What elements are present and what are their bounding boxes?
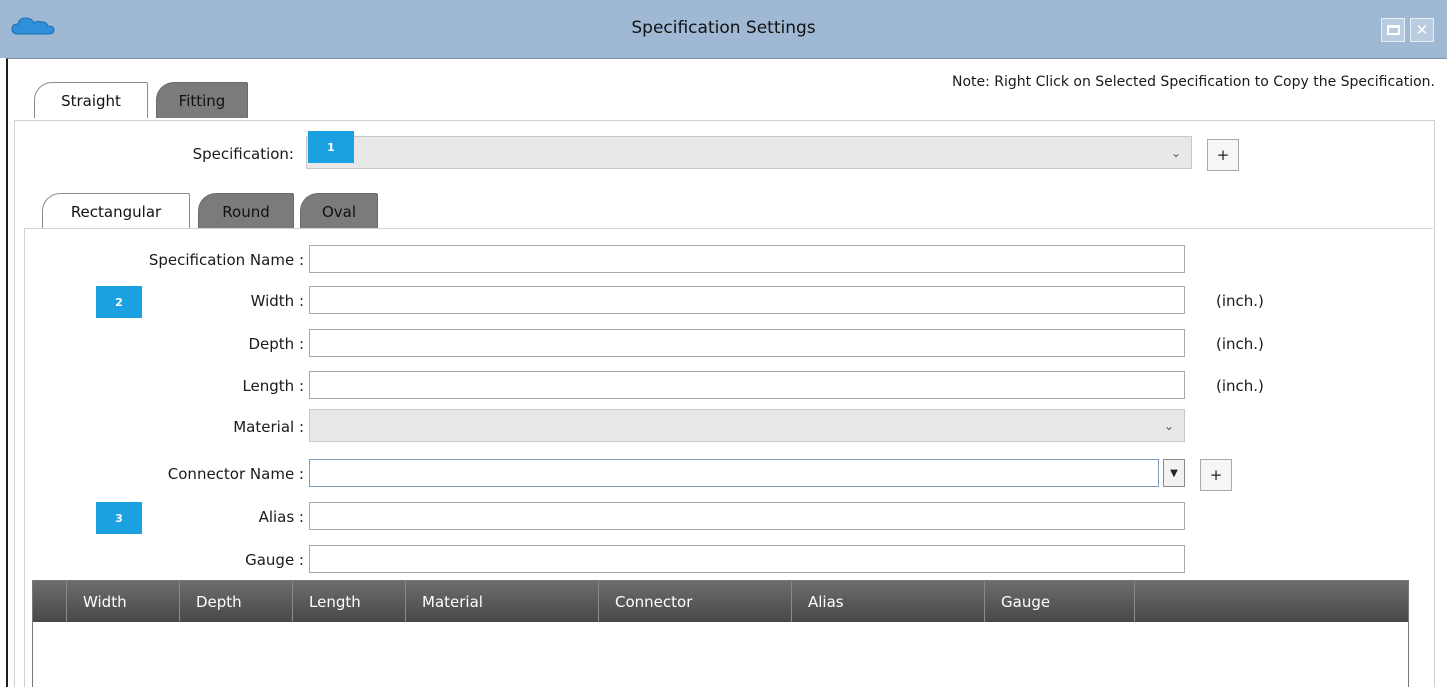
marker-1: 1 <box>308 131 354 163</box>
triangle-down-icon: ▼ <box>1170 467 1178 479</box>
specification-name-label: Specification Name : <box>148 251 304 269</box>
width-label: Width : <box>250 292 304 310</box>
column-header-gauge[interactable]: Gauge <box>985 581 1135 622</box>
close-icon: ✕ <box>1415 21 1429 39</box>
marker-3: 3 <box>96 502 142 534</box>
specification-table[interactable]: Width Depth Length Material Connector Al… <box>32 580 1409 687</box>
add-connector-button[interactable]: + <box>1200 459 1232 491</box>
column-header-length[interactable]: Length <box>293 581 406 622</box>
tab-oval-label: Oval <box>321 202 357 221</box>
tab-fitting[interactable]: Fitting <box>156 82 248 118</box>
width-unit: (inch.) <box>1216 292 1264 310</box>
connector-name-label: Connector Name : <box>167 465 304 483</box>
tab-round-label: Round <box>222 202 270 221</box>
window-title: Specification Settings <box>631 18 816 38</box>
gauge-input[interactable] <box>309 545 1185 573</box>
row-header-cell <box>33 581 67 622</box>
column-header-depth[interactable]: Depth <box>180 581 293 622</box>
depth-input[interactable] <box>309 329 1185 357</box>
tab-fitting-label: Fitting <box>178 91 226 110</box>
specification-label: Specification: <box>192 145 294 163</box>
length-unit: (inch.) <box>1216 377 1264 395</box>
column-header-width[interactable]: Width <box>67 581 180 622</box>
gauge-label: Gauge : <box>245 551 304 569</box>
material-select[interactable]: ⌄ <box>309 409 1185 442</box>
chevron-down-icon: ⌄ <box>1170 145 1181 160</box>
tab-oval[interactable]: Oval <box>300 193 378 229</box>
tab-straight-label: Straight <box>61 91 121 110</box>
width-input[interactable] <box>309 286 1185 314</box>
column-header-alias[interactable]: Alias <box>792 581 985 622</box>
specification-select[interactable]: ⌄ <box>306 136 1192 169</box>
material-label: Material : <box>233 418 304 436</box>
close-button[interactable]: ✕ <box>1410 18 1434 42</box>
marker-2: 2 <box>96 286 142 318</box>
alias-label: Alias : <box>258 508 304 526</box>
connector-name-input[interactable] <box>309 459 1159 487</box>
alias-input[interactable] <box>309 502 1185 530</box>
tab-rectangular-label: Rectangular <box>70 202 162 221</box>
column-header-connector[interactable]: Connector <box>599 581 792 622</box>
maximize-icon <box>1386 25 1400 35</box>
column-header-material[interactable]: Material <box>406 581 599 622</box>
copy-note: Note: Right Click on Selected Specificat… <box>951 74 1435 90</box>
tab-straight[interactable]: Straight <box>34 82 148 118</box>
length-label: Length : <box>242 377 304 395</box>
add-specification-button[interactable]: + <box>1207 139 1239 171</box>
table-header: Width Depth Length Material Connector Al… <box>33 581 1408 622</box>
length-input[interactable] <box>309 371 1185 399</box>
maximize-button[interactable] <box>1381 18 1405 42</box>
tab-rectangular[interactable]: Rectangular <box>42 193 190 229</box>
depth-label: Depth : <box>248 335 304 353</box>
specification-name-input[interactable] <box>309 245 1185 273</box>
tab-round[interactable]: Round <box>198 193 294 229</box>
depth-unit: (inch.) <box>1216 335 1264 353</box>
connector-dropdown-button[interactable]: ▼ <box>1163 459 1185 487</box>
title-bar: Specification Settings ✕ <box>0 0 1447 58</box>
chevron-down-icon: ⌄ <box>1163 418 1174 433</box>
